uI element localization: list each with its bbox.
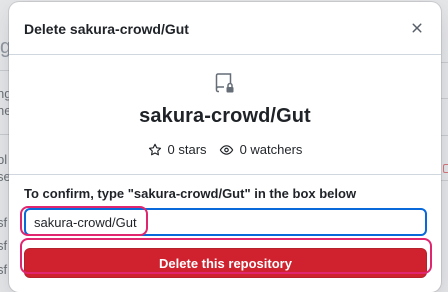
background-text: sf [0,238,8,253]
stars-stat: 0 stars [148,142,207,157]
star-icon [148,143,161,155]
delete-repository-button[interactable]: Delete this repository [24,248,427,278]
confirm-repository-name-input[interactable] [24,208,427,236]
confirm-label: To confirm, type "sakura-crowd/Gut" in t… [24,186,357,201]
background-badge [443,164,448,173]
watchers-stat: 0 watchers [219,142,303,157]
background-text: bl [0,152,8,167]
delete-repository-dialog: Delete sakura-crowd/Gut sakura-crowd/Gut… [9,2,441,292]
background-text: sf [0,262,8,277]
repository-name: sakura-crowd/Gut [139,105,311,127]
repository-summary: sakura-crowd/Gut 0 stars 0 watchers [9,55,441,175]
repo-locked-icon [215,73,234,93]
dialog-header: Delete sakura-crowd/Gut [9,2,441,55]
dialog-title: Delete sakura-crowd/Gut [24,20,189,37]
watchers-count: 0 watchers [239,142,303,157]
eye-icon [219,144,233,155]
x-icon [412,23,422,33]
stars-count: 0 stars [167,142,207,157]
close-button[interactable] [407,18,427,38]
confirm-section: To confirm, type "sakura-crowd/Gut" in t… [9,186,441,278]
repository-stats: 0 stars 0 watchers [148,142,303,157]
background-text: sf [0,215,8,230]
